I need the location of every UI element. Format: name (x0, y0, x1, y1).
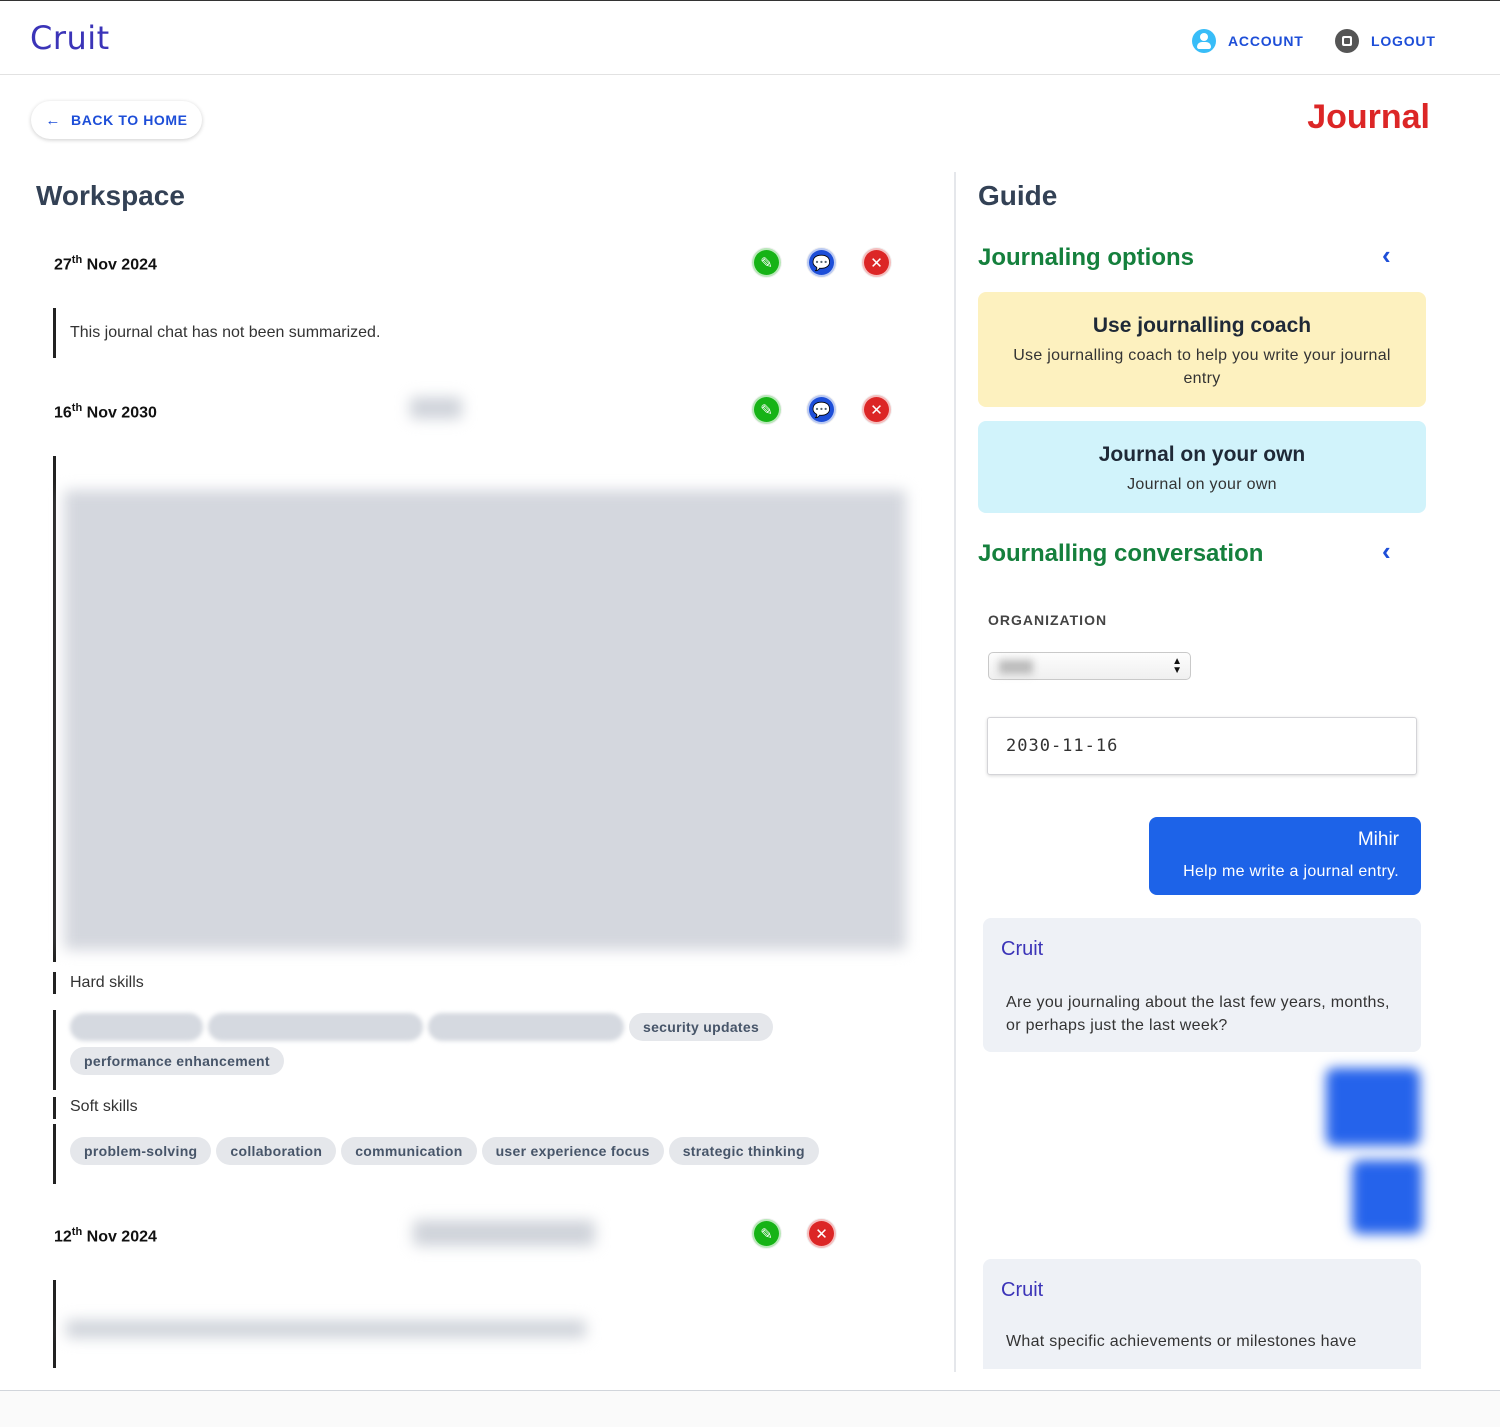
message-sender: Cruit (1001, 938, 1044, 960)
organization-select[interactable]: ▲ ▼ (988, 652, 1191, 680)
journaling-options-heading: Journaling options (978, 244, 1194, 271)
chevron-left-icon[interactable]: ‹ (1382, 240, 1391, 271)
entry-day: 12 (54, 1228, 72, 1246)
chevron-left-icon[interactable]: ‹ (1382, 536, 1391, 567)
skill-chip-redacted (208, 1013, 423, 1041)
user-circle-icon (1192, 29, 1216, 53)
back-to-home-button[interactable]: ← BACK TO HOME (31, 101, 202, 139)
arrow-left-icon: ← (45, 111, 61, 129)
entry-day-suffix: th (71, 1226, 83, 1238)
account-label: ACCOUNT (1228, 33, 1304, 49)
option-title: Journal on your own (1098, 443, 1306, 466)
message-text: Help me write a journal entry. (1183, 863, 1399, 880)
organization-label: ORGANIZATION (988, 612, 1108, 628)
skill-chip-redacted (428, 1013, 624, 1041)
entry-day: 27 (54, 256, 72, 274)
redacted-summary (66, 1320, 586, 1338)
entry-date: 27th Nov 2024 (54, 254, 157, 274)
entry-left-border (53, 456, 56, 962)
close-icon: ✕ (870, 401, 883, 419)
panel-divider (954, 172, 956, 1372)
message-text: What specific achievements or milestones… (1006, 1333, 1357, 1350)
pencil-icon: ✎ (760, 254, 773, 272)
pencil-icon: ✎ (760, 1225, 773, 1243)
bottom-strip (0, 1390, 1500, 1427)
entry-left-border (53, 308, 56, 358)
journalling-conversation-heading: Journalling conversation (978, 540, 1264, 567)
skill-chip: strategic thinking (668, 1137, 819, 1165)
app-logo[interactable]: Cruit (30, 19, 110, 57)
bot-message: Cruit What specific achievements or mile… (983, 1259, 1421, 1369)
select-arrows-icon: ▲ ▼ (1172, 656, 1182, 676)
workspace-title: Workspace (36, 180, 185, 211)
logout-label: LOGOUT (1371, 33, 1436, 49)
entry-month-year: Nov 2030 (82, 404, 157, 422)
entry-summary: This journal chat has not been summarize… (70, 324, 381, 341)
redacted-user-message (1326, 1068, 1420, 1146)
delete-entry-button[interactable]: ✕ (862, 395, 891, 424)
redacted-organization (410, 397, 462, 419)
entry-month-year: Nov 2024 (82, 1228, 157, 1246)
skill-chip: user experience focus (481, 1137, 664, 1165)
entry-left-border (53, 1280, 56, 1368)
entry-date: 12th Nov 2024 (54, 1226, 157, 1246)
redacted-organization (413, 1220, 595, 1246)
page-title: Journal (1307, 98, 1430, 136)
hard-skills-label: Hard skills (70, 974, 144, 991)
back-to-home-label: BACK TO HOME (71, 112, 188, 128)
close-icon: ✕ (815, 1225, 828, 1243)
delete-entry-button[interactable]: ✕ (807, 1219, 836, 1248)
chat-bubble-icon: 💬 (812, 401, 831, 419)
close-icon: ✕ (870, 254, 883, 272)
chat-entry-button[interactable]: 💬 (807, 248, 836, 277)
option-description: Use journalling coach to help you write … (1013, 347, 1391, 387)
edit-entry-button[interactable]: ✎ (752, 248, 781, 277)
entry-day-suffix: th (71, 402, 83, 414)
account-button[interactable]: ACCOUNT (1192, 29, 1304, 53)
entry-day: 16 (54, 404, 72, 422)
chat-entry-button[interactable]: 💬 (807, 395, 836, 424)
skills-left-border (53, 1097, 56, 1119)
option-description: Journal on your own (1127, 476, 1277, 493)
message-sender: Cruit (1001, 1279, 1044, 1301)
soft-skills-label: Soft skills (70, 1098, 138, 1115)
entry-date: 16th Nov 2030 (54, 402, 157, 422)
entry-month-year: Nov 2024 (82, 256, 157, 274)
pencil-icon: ✎ (760, 401, 773, 419)
guide-title: Guide (978, 180, 1058, 211)
stop-icon (1335, 29, 1359, 53)
redacted-selected-value (999, 660, 1033, 674)
message-sender: Mihir (1357, 829, 1399, 850)
skill-chip: security updates (629, 1013, 774, 1041)
bot-message: Cruit Are you journaling about the last … (983, 918, 1421, 1052)
chat-bubble-icon: 💬 (812, 254, 831, 272)
redacted-user-message (1352, 1160, 1422, 1234)
redacted-summary (64, 490, 906, 950)
edit-entry-button[interactable]: ✎ (752, 395, 781, 424)
journal-on-your-own-card[interactable]: Journal on your own Journal on your own (978, 421, 1426, 513)
top-bar: Cruit ACCOUNT LOGOUT (0, 0, 1500, 75)
skill-chip-redacted (70, 1013, 203, 1041)
date-input[interactable] (987, 717, 1417, 775)
skills-left-border (53, 972, 56, 994)
skill-chip: communication (341, 1137, 477, 1165)
user-message: Mihir Help me write a journal entry. (1149, 817, 1421, 895)
skill-chip: performance enhancement (70, 1047, 284, 1075)
use-journalling-coach-card[interactable]: Use journalling coach Use journalling co… (978, 292, 1426, 407)
message-text: Are you journaling about the last few ye… (1006, 994, 1390, 1034)
logout-button[interactable]: LOGOUT (1335, 29, 1436, 53)
option-title: Use journalling coach (1092, 314, 1312, 337)
soft-skills-list: problem-solving collaboration communicat… (70, 1137, 870, 1165)
edit-entry-button[interactable]: ✎ (752, 1219, 781, 1248)
skills-left-border (53, 1010, 56, 1090)
skill-chip: collaboration (216, 1137, 337, 1165)
hard-skills-list: security updates performance enhancement (70, 1013, 810, 1075)
skill-chip: problem-solving (70, 1137, 212, 1165)
delete-entry-button[interactable]: ✕ (862, 248, 891, 277)
entry-day-suffix: th (71, 254, 83, 266)
skills-left-border (53, 1124, 56, 1184)
